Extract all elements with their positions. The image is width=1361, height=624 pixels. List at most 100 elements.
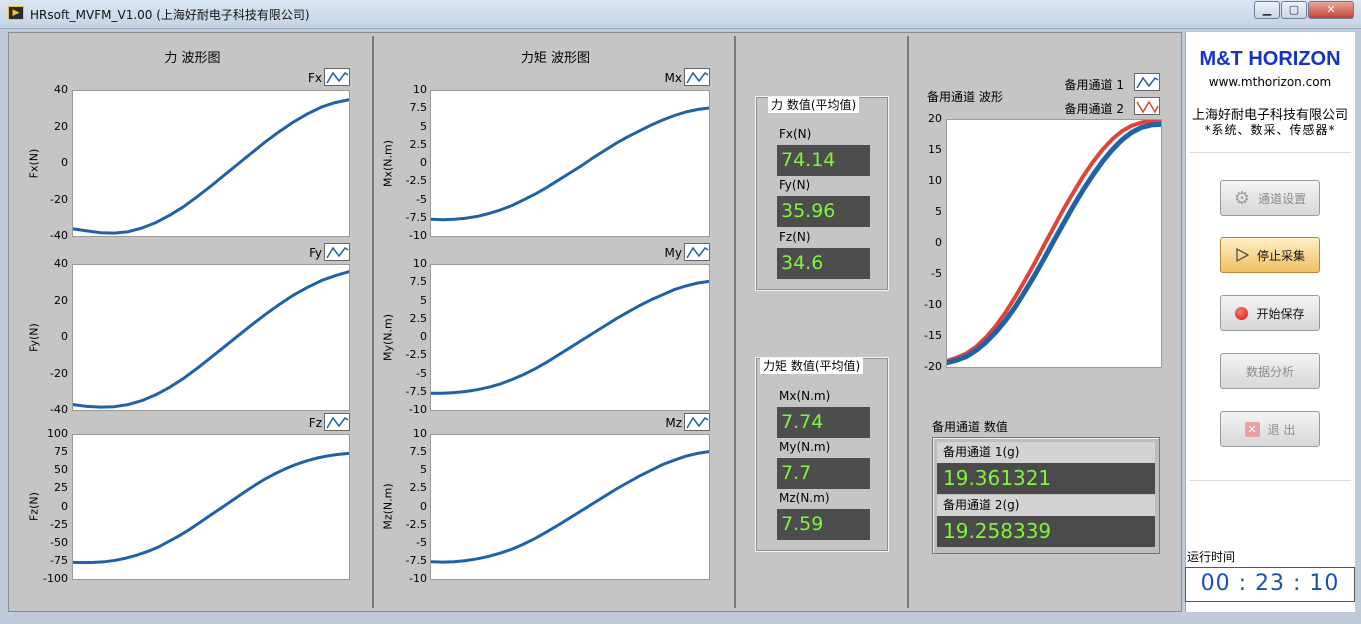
mz-readout: 7.59	[777, 509, 870, 540]
legend-fy: Fy	[309, 246, 322, 260]
y-tick-label: -20	[50, 192, 68, 206]
mx-label: Mx(N.m)	[779, 389, 831, 403]
aux-waveform-chart	[947, 120, 1161, 366]
data-analysis-button[interactable]: 数据分析	[1220, 353, 1320, 389]
y-tick-label: -5	[416, 192, 427, 206]
y-tick-label: 20	[54, 119, 68, 133]
mx-readout: 7.74	[777, 407, 870, 438]
y-tick-label: 2.5	[409, 481, 428, 495]
aux-1-readout: 19.361321	[937, 463, 1155, 494]
waveform-trace-fx	[73, 98, 349, 235]
wave-legend-icon	[326, 246, 349, 259]
exit-label: 退 出	[1267, 422, 1296, 437]
waveform-chart-my	[431, 279, 709, 395]
aux-2-label: 备用通道 2(g)	[937, 495, 1155, 516]
maximize-button[interactable]: ▢	[1281, 1, 1307, 19]
play-icon	[1236, 248, 1249, 262]
y-tick-label: -2.5	[405, 517, 427, 531]
close-button[interactable]: ✕	[1308, 1, 1354, 19]
waveform-plot-fz[interactable]	[72, 434, 350, 580]
aux-y-tick-label: -10	[924, 298, 942, 311]
waveform-trace-fy	[73, 270, 349, 409]
aux-y-tick-label: 15	[928, 143, 942, 156]
my-readout: 7.7	[777, 458, 870, 489]
brand-slogan: *系统、数采、传感器*	[1204, 123, 1336, 137]
separator	[372, 36, 374, 608]
wave-legend-icon	[326, 71, 349, 84]
waveform-chart-fy	[73, 270, 349, 409]
maximize-icon: ▢	[1288, 3, 1300, 16]
exit-button[interactable]: ✕ 退 出	[1220, 411, 1320, 447]
waveform-plot-fx[interactable]	[72, 90, 350, 237]
legend-my: My	[664, 246, 682, 260]
waveform-chart-mx	[431, 106, 709, 222]
y-tick-label: 50	[54, 463, 68, 477]
title-bar: ▶ HRsoft_MVFM_V1.00 (上海好耐电子科技有限公司) ▁ ▢ ✕	[0, 0, 1361, 29]
y-tick-label: 0	[61, 330, 68, 343]
waveform-chart-fz	[73, 451, 349, 565]
channel-settings-label: 通道设置	[1258, 191, 1307, 206]
my-label: My(N.m)	[779, 440, 831, 454]
legend-fx: Fx	[307, 71, 322, 85]
y-tick-label: -40	[50, 403, 68, 416]
y-tick-label: -25	[50, 517, 68, 531]
waveform-trace-mz	[431, 450, 709, 564]
waveform-plot-fy[interactable]	[72, 264, 350, 411]
aux-plot-area[interactable]	[946, 119, 1162, 368]
waveform-plot-mx[interactable]	[430, 90, 710, 237]
wave-legend-icon	[326, 416, 349, 429]
divider	[1189, 152, 1351, 153]
gear-icon: ⚙	[1233, 187, 1251, 209]
y-tick-label: -75	[50, 553, 68, 567]
channel-settings-button[interactable]: ⚙ 通道设置	[1220, 180, 1320, 216]
aux-legend-1-label: 备用通道 1	[1064, 78, 1124, 92]
y-tick-label: 0	[420, 156, 427, 169]
legend-swatch-mx	[684, 68, 710, 86]
minimize-button[interactable]: ▁	[1254, 1, 1280, 19]
y-tick-label: -7.5	[405, 384, 427, 398]
y-tick-label: -40	[50, 229, 68, 242]
legend-swatch-mz	[684, 413, 710, 431]
moment-values-title: 力矩 数值(平均值)	[760, 358, 864, 374]
wave-legend-icon	[686, 246, 709, 259]
legend-swatch-fx	[324, 68, 350, 86]
aux-y-tick-label: -15	[924, 329, 942, 342]
y-tick-label: 10	[413, 257, 427, 270]
force-values-title: 力 数值(平均值)	[768, 97, 860, 113]
fy-label: Fy(N)	[779, 178, 811, 192]
aux-2-readout: 19.258339	[937, 516, 1155, 547]
moment-panel-title: 力矩 波形图	[520, 51, 591, 66]
y-tick-label: -7.5	[405, 210, 427, 224]
wave-legend-icon	[686, 71, 709, 84]
y-tick-label: -100	[43, 572, 68, 585]
waveform-plot-my[interactable]	[430, 264, 710, 411]
aux-trace-channel-1	[947, 121, 1161, 366]
close-icon: ✕	[1326, 3, 1336, 16]
y-tick-label: 25	[54, 481, 68, 495]
y-tick-label: 10	[413, 427, 427, 440]
y-tick-label: 75	[54, 445, 68, 459]
aux-y-tick-label: 0	[935, 236, 942, 249]
close-box-icon: ✕	[1244, 421, 1260, 437]
y-tick-label: -10	[409, 403, 427, 416]
aux-y-tick-label: 10	[928, 174, 942, 187]
y-tick-label: 5	[420, 463, 427, 477]
y-tick-label: 40	[54, 83, 68, 96]
y-tick-label: 0	[420, 330, 427, 343]
y-tick-label: -5	[416, 535, 427, 549]
waveform-trace-mx	[431, 106, 709, 222]
divider	[1189, 480, 1351, 481]
y-tick-label: 0	[420, 499, 427, 513]
stop-acquisition-button[interactable]: 停止采集	[1220, 237, 1320, 273]
fx-readout: 74.14	[777, 145, 870, 176]
waveform-plot-mz[interactable]	[430, 434, 710, 580]
waveform-chart-mz	[431, 450, 709, 564]
y-tick-label: 7.5	[409, 101, 428, 115]
y-tick-label: 5	[420, 119, 427, 133]
wave-legend-icon	[686, 416, 709, 429]
start-save-button[interactable]: 开始保存	[1220, 295, 1320, 331]
legend-swatch-my	[684, 243, 710, 261]
y-tick-label: 5	[420, 293, 427, 307]
force-panel-title: 力 波形图	[164, 51, 221, 66]
fz-label: Fz(N)	[779, 230, 811, 244]
